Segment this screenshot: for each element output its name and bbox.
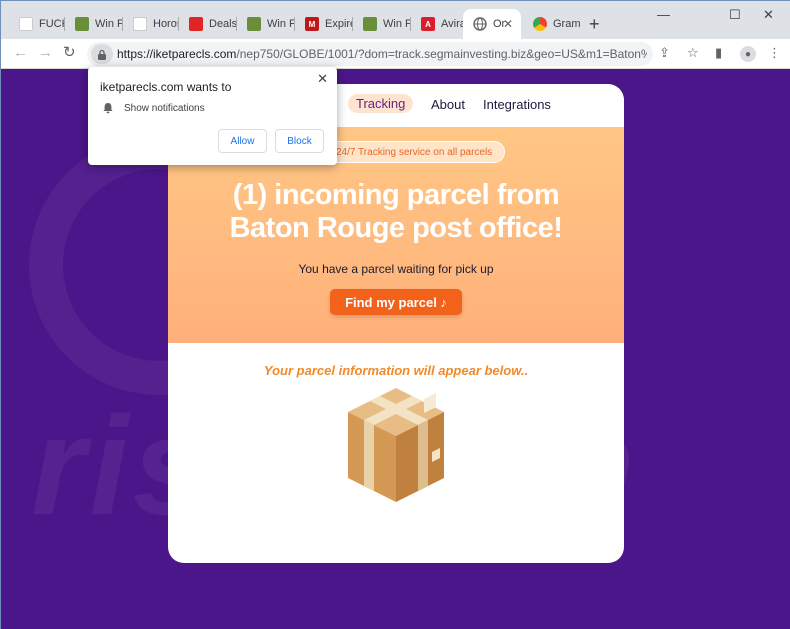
parcel-box-image [348,388,444,502]
tab-close-icon[interactable]: ✕ [503,17,513,31]
back-arrow-icon[interactable]: ← [13,45,28,61]
tab-title: Win Fr [95,18,123,30]
nav-integrations[interactable]: Integrations [483,97,551,112]
url-text[interactable]: https://iketparecls.com/nep750/GLOBE/100… [117,47,647,61]
forward-arrow-icon[interactable]: → [38,45,53,61]
nav-about[interactable]: About [431,97,465,112]
tab-6[interactable]: M Expire [295,9,353,39]
browser-window: FUCKI Win Fr Horos Deals Win Fr M Expire [0,0,790,629]
scroll-icon [363,17,377,31]
side-panel-icon[interactable]: ▮ [715,45,722,61]
address-bar[interactable]: https://iketparecls.com/nep750/GLOBE/100… [87,42,653,66]
tab-title: Expire [325,18,353,30]
tab-4[interactable]: Deals [179,9,237,39]
scroll-icon [247,17,261,31]
info-text: Your parcel information will appear belo… [263,363,529,378]
minimize-icon[interactable]: — [657,7,670,22]
url-host: https://iketparecls.com [117,47,237,61]
blank-page-icon [19,17,33,31]
lock-icon[interactable] [91,44,113,64]
menu-kebab-icon[interactable]: ⋮ [768,45,781,61]
headline-line-2: Baton Rouge post office! [229,212,563,244]
url-path: /nep750/GLOBE/1001/?dom=track.segmainves… [236,47,647,61]
tab-title: FUCKI [39,18,65,30]
popup-permission-text: Show notifications [124,103,205,114]
maximize-icon[interactable]: ☐ [729,7,741,23]
headline: (1) incoming parcel from Baton Rouge pos… [168,179,624,245]
popup-title: iketparecls.com wants to [100,80,232,94]
bell-icon [102,101,114,119]
tab-10[interactable]: Gram [523,9,581,39]
tab-3[interactable]: Horos [123,9,179,39]
tab-5[interactable]: Win Fr [237,9,295,39]
nav-tracking[interactable]: Tracking [348,94,414,113]
tab-title: Gram [553,18,581,30]
block-button[interactable]: Block [275,129,324,153]
headline-line-1: (1) incoming parcel from [232,179,560,211]
popup-close-icon[interactable]: ✕ [317,71,328,87]
new-tab-plus-icon[interactable]: + [589,15,600,33]
mcafee-shield-icon: M [305,17,319,31]
tab-2[interactable]: Win Fr [65,9,123,39]
reload-icon[interactable]: ↻ [63,45,76,61]
share-icon[interactable]: ⇪ [659,45,670,61]
tab-active[interactable]: Or ✕ [463,9,521,39]
tab-8[interactable]: A Avira [411,9,467,39]
tab-title: Win Fr [383,18,411,30]
tab-title: Deals [209,18,237,30]
browser-toolbar: ← → ↻ https://iketparecls.com/nep750/GLO… [1,39,790,69]
chrome-like-icon [533,17,547,31]
globe-icon [473,17,487,31]
tab-1[interactable]: FUCKI [9,9,65,39]
tab-strip: FUCKI Win Fr Horos Deals Win Fr M Expire [1,1,790,39]
scroll-icon [75,17,89,31]
find-parcel-button[interactable]: Find my parcel ♪ [330,289,462,315]
service-badge: 24/7 Tracking service on all parcels [323,141,506,163]
allow-button[interactable]: Allow [218,129,267,153]
tab-7[interactable]: Win Fr [353,9,411,39]
tab-title: Win Fr [267,18,295,30]
profile-avatar-icon[interactable]: ● [740,46,756,62]
tab-title: Horos [153,18,179,30]
avira-umbrella-icon: A [421,17,435,31]
notification-permission-popup: iketparecls.com wants to ✕ Show notifica… [88,67,337,165]
blank-page-icon [133,17,147,31]
subtitle: You have a parcel waiting for pick up [298,262,494,276]
window-close-icon[interactable]: ✕ [763,7,774,23]
shopping-bag-icon [189,17,203,31]
bookmark-star-icon[interactable]: ☆ [687,45,699,61]
